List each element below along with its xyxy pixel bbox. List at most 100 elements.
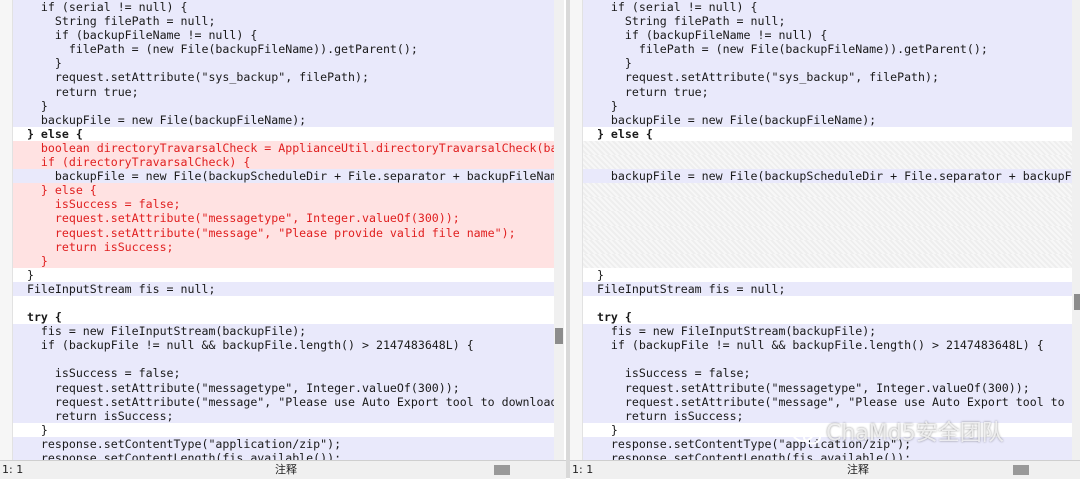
code-line[interactable] <box>583 352 1074 367</box>
code-line[interactable]: } <box>13 56 554 71</box>
code-text: try { <box>583 310 632 325</box>
code-line[interactable] <box>13 296 554 310</box>
code-line[interactable]: } else { <box>13 183 554 198</box>
code-line[interactable]: isSuccess = false; <box>13 197 554 212</box>
code-line[interactable]: request.setAttribute("message", "Please … <box>13 225 554 240</box>
code-line[interactable]: try { <box>13 310 554 324</box>
code-line[interactable]: ⇨ request.setAttribute("sys_backup", fil… <box>13 70 554 85</box>
code-line[interactable]: isSuccess = false; <box>13 366 554 381</box>
left-scroll-thumb[interactable] <box>555 328 563 344</box>
code-line[interactable]: filePath = (new File(backupFileName)).ge… <box>583 42 1074 57</box>
code-line[interactable]: request.setAttribute("messagetype", Inte… <box>13 380 554 395</box>
code-line[interactable]: ⇨ backupFile = new File(backupScheduleDi… <box>13 169 554 184</box>
code-line[interactable]: return isSuccess; <box>13 239 554 254</box>
code-line[interactable]: } <box>583 98 1074 113</box>
code-text: return isSuccess; <box>583 408 744 423</box>
code-line[interactable]: filePath = (new File(backupFileName)).ge… <box>13 42 554 57</box>
code-text: String filePath = null; <box>583 14 786 29</box>
code-text: isSuccess = false; <box>13 366 181 381</box>
code-line[interactable]: ⇨ FileInputStream fis = null; <box>13 281 554 296</box>
code-line[interactable] <box>13 352 554 367</box>
code-line[interactable]: ⇨ response.setContentType("application/z… <box>13 436 554 451</box>
code-text: if (backupFileName != null) { <box>583 28 828 43</box>
code-line[interactable]: } <box>13 98 554 113</box>
code-text: backupFile = new File(backupFileName); <box>13 112 307 127</box>
code-text: } <box>583 56 632 71</box>
code-text: } <box>13 422 48 437</box>
code-line[interactable]: if (backupFile != null && backupFile.len… <box>583 338 1074 353</box>
code-text: if (backupFileName != null) { <box>13 28 258 43</box>
code-line[interactable]: return isSuccess; <box>13 408 554 423</box>
code-line[interactable]: } <box>13 253 554 268</box>
left-horizontal-scroll-thumb[interactable] <box>494 465 510 475</box>
right-scroll-thumb[interactable] <box>1074 294 1080 310</box>
code-line[interactable]: ⇨ backupFile = new File(backupFileName); <box>583 112 1074 127</box>
code-text: isSuccess = false; <box>13 197 181 212</box>
code-text: backupFile = new File(backupScheduleDir … <box>583 169 1074 184</box>
code-line[interactable]: if (backupFileName != null) { <box>583 28 1074 43</box>
left-code-pane[interactable]: if (serial != null) { String filePath = … <box>0 0 566 460</box>
right-vertical-scrollbar[interactable] <box>1072 0 1080 460</box>
right-horizontal-scroll-thumb[interactable] <box>1013 465 1029 475</box>
code-line[interactable] <box>583 253 1074 268</box>
code-line[interactable] <box>583 155 1074 170</box>
code-text: filePath = (new File(backupFileName)).ge… <box>13 42 418 57</box>
code-line[interactable]: request.setAttribute("message", "Please … <box>13 394 554 409</box>
code-line[interactable] <box>583 225 1074 240</box>
code-text: request.setAttribute("sys_backup", fileP… <box>583 70 939 85</box>
code-line[interactable] <box>583 183 1074 198</box>
code-text: } <box>13 267 34 282</box>
right-code-pane[interactable]: if (serial != null) { String filePath = … <box>570 0 1080 460</box>
code-line[interactable]: String filePath = null; <box>13 14 554 29</box>
code-line[interactable]: } <box>583 268 1074 282</box>
left-cursor-position: 1: 1 <box>2 463 24 476</box>
code-text: } <box>583 98 618 113</box>
code-text: FileInputStream fis = null; <box>13 281 216 296</box>
code-line[interactable]: fis = new FileInputStream(backupFile); <box>13 324 554 339</box>
code-line[interactable]: if (backupFile != null && backupFile.len… <box>13 338 554 353</box>
code-line[interactable]: } else { <box>13 127 554 141</box>
code-line[interactable]: if (directoryTravarsalCheck) { <box>13 155 554 170</box>
code-line[interactable]: request.setAttribute("messagetype", Inte… <box>583 380 1074 395</box>
code-text: backupFile = new File(backupFileName); <box>583 112 877 127</box>
right-comment-label: 注释 <box>847 463 869 476</box>
code-line[interactable]: return true; <box>13 84 554 99</box>
code-line[interactable]: } <box>13 423 554 437</box>
code-line[interactable]: String filePath = null; <box>583 14 1074 29</box>
code-line[interactable]: isSuccess = false; <box>583 366 1074 381</box>
code-line[interactable]: return true; <box>583 84 1074 99</box>
code-text: request.setAttribute("messagetype", Inte… <box>583 380 1030 395</box>
code-line[interactable] <box>583 140 1074 156</box>
code-text: String filePath = null; <box>13 14 216 29</box>
code-line[interactable]: if (backupFileName != null) { <box>13 28 554 43</box>
code-line[interactable]: ⇨ request.setAttribute("sys_backup", fil… <box>583 70 1074 85</box>
code-line[interactable]: } else { <box>583 127 1074 141</box>
code-line[interactable]: response.setContentLength(fis.available(… <box>13 451 554 460</box>
code-line[interactable]: } <box>583 56 1074 71</box>
code-line[interactable]: fis = new FileInputStream(backupFile); <box>583 324 1074 339</box>
watermark-text: ChaMd5安全团队 <box>826 421 1004 446</box>
left-status-bar: 1: 1 注释 <box>0 460 566 479</box>
code-line[interactable]: ⇨ backupFile = new File(backupScheduleDi… <box>583 169 1074 184</box>
code-line[interactable] <box>583 239 1074 254</box>
code-text: if (directoryTravarsalCheck) { <box>13 155 251 170</box>
left-vertical-scrollbar[interactable] <box>554 0 564 460</box>
code-text: return isSuccess; <box>13 239 174 254</box>
code-line[interactable]: } <box>13 268 554 282</box>
code-line[interactable] <box>583 296 1074 310</box>
code-line[interactable] <box>583 197 1074 212</box>
code-text: if (serial != null) { <box>13 0 188 14</box>
right-code-lines: if (serial != null) { String filePath = … <box>583 0 1074 460</box>
code-line[interactable] <box>583 211 1074 226</box>
code-line[interactable]: response.setContentLength(fis.available(… <box>583 451 1074 460</box>
code-line[interactable]: ⇨ FileInputStream fis = null; <box>583 281 1074 296</box>
right-cursor-position: 1: 1 <box>572 463 594 476</box>
code-line[interactable]: boolean directoryTravarsalCheck = Applia… <box>13 140 554 156</box>
code-line[interactable]: request.setAttribute("message", "Please … <box>583 394 1074 409</box>
code-line[interactable]: ⇨ backupFile = new File(backupFileName); <box>13 112 554 127</box>
code-line[interactable]: if (serial != null) { <box>583 0 1074 15</box>
code-line[interactable]: try { <box>583 310 1074 324</box>
code-text: return true; <box>13 84 139 99</box>
code-line[interactable]: if (serial != null) { <box>13 0 554 15</box>
code-line[interactable]: request.setAttribute("messagetype", Inte… <box>13 211 554 226</box>
